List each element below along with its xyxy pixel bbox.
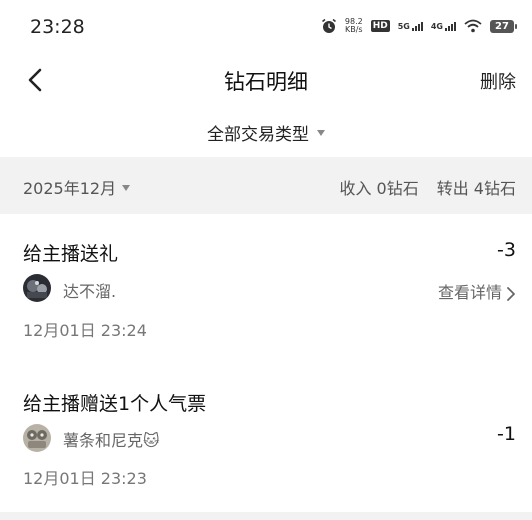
transaction-amount: -3 [497, 239, 516, 261]
view-details-link[interactable]: 查看详情 [438, 279, 516, 303]
filter-label: 全部交易类型 [207, 125, 309, 145]
speed-unit: KB/s [344, 25, 363, 34]
hd-icon: HD [370, 20, 390, 32]
avatar [23, 424, 51, 452]
signal-5g-icon: 5G [397, 21, 423, 31]
monthly-summary: 2025年12月 收入 0钻石 转出 4钻石 [0, 157, 532, 214]
user-name: 达不溜. [63, 282, 117, 301]
caret-down-icon [317, 130, 325, 136]
income-total: 收入 0钻石 [339, 179, 419, 198]
caret-down-icon [122, 184, 131, 191]
signal-4g-label: 4G [430, 21, 443, 31]
transaction-type-filter[interactable]: 全部交易类型 [0, 120, 532, 145]
month-label: 2025年12月 [23, 179, 117, 198]
summary-totals: 收入 0钻石 转出 4钻石 [339, 175, 516, 199]
signal-4g-icon: 4G [430, 21, 456, 31]
transaction-amount: -1 [497, 423, 516, 445]
transaction-time: 12月01日 23:24 [23, 321, 147, 340]
status-time: 23:28 [30, 16, 85, 38]
transaction-title: 给主播赠送1个人气票 [23, 393, 207, 415]
battery-icon: 27 [490, 19, 517, 33]
chevron-right-icon [507, 286, 515, 301]
battery-level: 27 [495, 20, 509, 32]
transaction-time: 12月01日 23:23 [23, 469, 147, 488]
expense-total: 转出 4钻石 [436, 179, 516, 198]
wifi-icon [464, 19, 482, 33]
page-title: 钻石明细 [224, 70, 308, 94]
signal-5g-label: 5G [397, 21, 410, 31]
delete-button[interactable]: 删除 [480, 68, 516, 94]
list-divider [0, 512, 532, 520]
month-selector[interactable]: 2025年12月 [23, 175, 131, 199]
transaction-title: 给主播送礼 [23, 243, 119, 265]
status-bar: 23:28 98.2 KB/s HD 5G 4G 27 [0, 0, 532, 58]
network-speed: 98.2 KB/s [345, 18, 363, 34]
nav-header: 钻石明细 删除 [0, 58, 532, 104]
user-name: 薯条和尼克🐱 [63, 431, 160, 450]
details-label: 查看详情 [437, 283, 502, 302]
status-icons: 98.2 KB/s HD 5G 4G 27 [321, 18, 517, 34]
alarm-icon [321, 18, 336, 33]
avatar [23, 274, 51, 302]
